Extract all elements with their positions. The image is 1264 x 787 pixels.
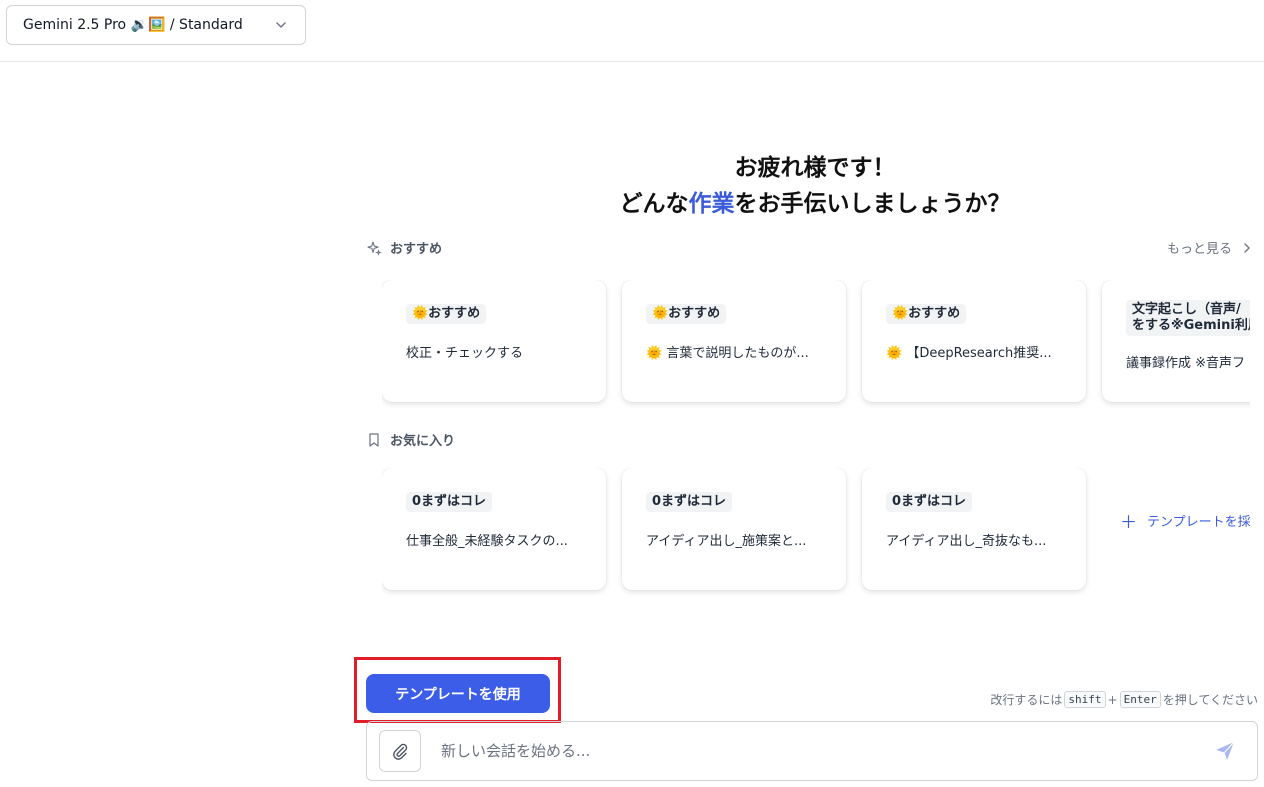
card-title: アイディア出し_施策案と... (646, 534, 807, 549)
card-title: 🌞 言葉で説明したものが... (646, 346, 809, 361)
favorite-card[interactable]: 0まずはコレ アイディア出し_施策案と... (622, 468, 846, 590)
chevron-right-icon (1244, 242, 1250, 253)
model-selector[interactable]: Gemini 2.5 Pro 🔉🖼️ / Standard (6, 5, 306, 45)
add-template-link[interactable]: ＋ テンプレートを採 (1120, 508, 1251, 533)
greeting-line2-post: をお手伝いしましょうか？ (734, 191, 1011, 217)
card-tag: 0まずはコレ (406, 492, 493, 512)
recommended-card[interactable]: 🌞おすすめ 校正・チェックする (382, 280, 606, 402)
bookmark-icon (369, 432, 379, 447)
add-template-label: テンプレートを採 (1147, 515, 1251, 530)
send-icon[interactable] (1213, 739, 1237, 763)
greeting-line1: お疲れ様です！ (734, 155, 896, 181)
favorite-card[interactable]: 0まずはコレ アイディア出し_奇抜なも... (862, 468, 1086, 590)
shift-key: shift (1064, 691, 1106, 708)
hint-suffix: を押してください (1162, 693, 1258, 707)
favorites-section-title: お気に入り (390, 434, 456, 449)
enter-key: Enter (1119, 691, 1161, 708)
card-tag-line2: をする※Gemini利用 (1132, 318, 1250, 333)
card-tag: 🌞おすすめ (646, 304, 727, 324)
card-title: 校正・チェックする (406, 346, 524, 361)
greeting-heading: お疲れ様です！ どんな作業をお手伝いしましょうか？ (560, 150, 1070, 222)
chevron-down-icon (276, 22, 286, 28)
newline-hint: 改行するには shift + Enter を押してください (990, 691, 1258, 708)
card-title: 議事録作成 ※音声フ (1126, 356, 1246, 371)
card-tag-line1: 文字起こし（音声/ (1132, 302, 1241, 317)
use-template-button[interactable]: テンプレートを使用 (366, 674, 550, 713)
card-tag: 0まずはコレ (646, 492, 733, 512)
card-title: 仕事全般_未経験タスクの... (406, 534, 568, 549)
recommended-card[interactable]: 🌞おすすめ 🌞 言葉で説明したものが... (622, 280, 846, 402)
recommended-section-header: おすすめ (366, 238, 442, 257)
favorites-section-header: お気に入り (366, 430, 455, 449)
recommended-section-title: おすすめ (390, 242, 443, 257)
model-selector-label: Gemini 2.5 Pro 🔉🖼️ / Standard (23, 17, 243, 33)
card-title: アイディア出し_奇抜なも... (886, 534, 1047, 549)
message-composer (366, 721, 1258, 781)
card-tag: 文字起こし（音声/ をする※Gemini利用 (1126, 300, 1250, 336)
see-more-link[interactable]: もっと見る (1167, 238, 1254, 257)
see-more-label: もっと見る (1166, 242, 1232, 257)
recommended-card[interactable]: 🌞おすすめ 🌞 【DeepResearch推奨... (862, 280, 1086, 402)
message-input[interactable] (441, 742, 1213, 760)
card-title: 🌞 【DeepResearch推奨... (886, 346, 1052, 361)
plus-icon: ＋ (1120, 513, 1137, 533)
attach-button[interactable] (379, 730, 421, 772)
recommended-card[interactable]: 文字起こし（音声/ をする※Gemini利用 議事録作成 ※音声フ (1102, 280, 1250, 402)
card-tag: 0まずはコレ (886, 492, 973, 512)
sparkle-icon (367, 240, 382, 256)
favorite-card[interactable]: 0まずはコレ 仕事全般_未経験タスクの... (382, 468, 606, 590)
greeting-line2-pre: どんな (619, 191, 689, 217)
hint-prefix: 改行するには (990, 693, 1063, 707)
hint-plus: + (1107, 692, 1118, 707)
top-bar: Gemini 2.5 Pro 🔉🖼️ / Standard (0, 0, 1264, 62)
greeting-line2: どんな作業をお手伝いしましょうか？ (560, 186, 1070, 222)
paperclip-icon (393, 743, 408, 760)
recommended-card-row: 🌞おすすめ 校正・チェックする 🌞おすすめ 🌞 言葉で説明したものが... 🌞お… (382, 280, 1250, 410)
greeting-accent-word: 作業 (688, 191, 735, 217)
card-tag: 🌞おすすめ (406, 304, 487, 324)
card-tag: 🌞おすすめ (886, 304, 967, 324)
favorites-card-row: 0まずはコレ 仕事全般_未経験タスクの... 0まずはコレ アイディア出し_施策… (382, 468, 1102, 598)
